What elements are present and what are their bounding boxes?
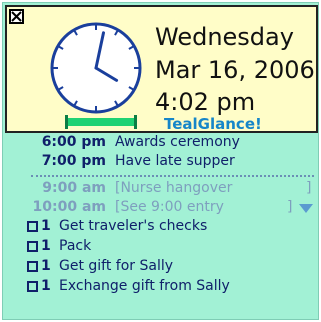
todo-text: Pack <box>59 238 92 254</box>
todo-priority: 1 <box>41 258 51 274</box>
weekday-label: Wednesday <box>155 23 294 51</box>
scroll-down-arrow-icon[interactable] <box>299 204 313 213</box>
appointment-time: 7:00 pm <box>41 153 106 169</box>
upcoming-row[interactable]: 10:00 am [See 9:00 entry ] <box>3 199 320 219</box>
appointment-desc: Awards ceremony <box>115 134 240 150</box>
time-label: 4:02 pm <box>155 88 256 116</box>
upcoming-bracket: ] <box>287 199 293 215</box>
todo-checkbox[interactable] <box>27 241 38 252</box>
day-progress-bar <box>65 115 137 129</box>
todo-checkbox[interactable] <box>27 261 38 272</box>
todo-checkbox[interactable] <box>27 281 38 292</box>
header-panel: Wednesday Mar 16, 2006 4:02 pm TealGlanc… <box>5 5 318 133</box>
upcoming-desc: [See 9:00 entry <box>115 199 224 215</box>
todo-checkbox[interactable] <box>27 221 38 232</box>
appointment-time: 6:00 pm <box>41 134 106 150</box>
close-box-icon[interactable] <box>9 9 24 24</box>
app-brand-link[interactable]: TealGlance! <box>164 115 262 133</box>
todo-priority: 1 <box>41 278 51 294</box>
upcoming-desc: [Nurse hangover <box>115 180 233 196</box>
upcoming-bracket: ] <box>306 180 312 196</box>
dotted-divider <box>31 175 314 177</box>
todo-priority: 1 <box>41 218 51 234</box>
upcoming-time: 9:00 am <box>42 180 106 196</box>
appointment-row[interactable]: 7:00 pm Have late supper <box>3 153 320 173</box>
todo-priority: 1 <box>41 238 51 254</box>
date-label: Mar 16, 2006 <box>155 56 315 84</box>
upcoming-row[interactable]: 9:00 am [Nurse hangover ] <box>3 180 320 200</box>
appointment-desc: Have late supper <box>115 153 235 169</box>
app-screen: Wednesday Mar 16, 2006 4:02 pm TealGlanc… <box>2 2 319 320</box>
todo-text: Get gift for Sally <box>59 258 174 274</box>
appointment-row[interactable]: 6:00 pm Awards ceremony <box>3 134 320 154</box>
analog-clock-icon <box>50 22 142 114</box>
todo-text: Exchange gift from Sally <box>59 278 230 294</box>
todo-text: Get traveler's checks <box>59 218 208 234</box>
upcoming-time: 10:00 am <box>32 199 106 215</box>
